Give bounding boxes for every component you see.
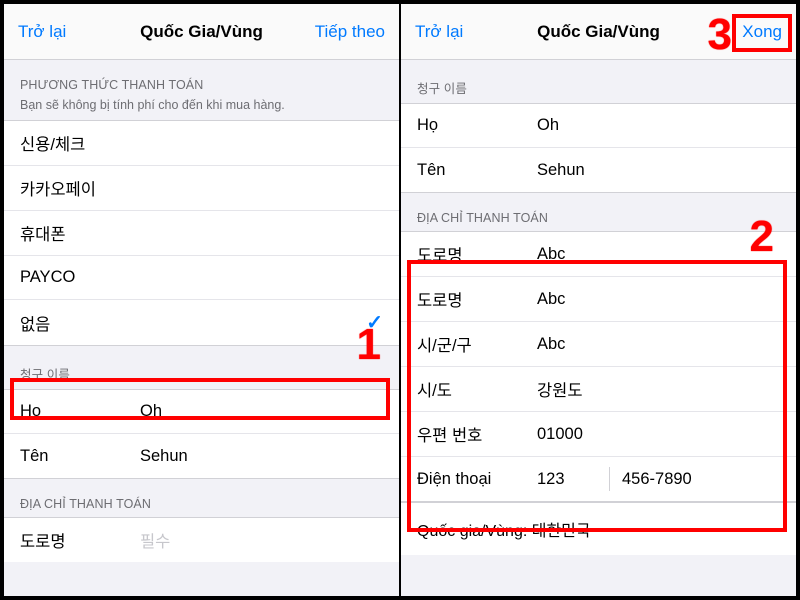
given-row-right[interactable]: Tên Sehun xyxy=(401,148,796,192)
payment-section-header: PHƯƠNG THỨC THANH TOÁN xyxy=(4,60,399,98)
surname-row-right[interactable]: Họ Oh xyxy=(401,104,796,148)
street2-row[interactable]: 도로명 Abc xyxy=(401,277,796,322)
back-button-right[interactable]: Trở lại xyxy=(415,22,485,42)
given-value: Sehun xyxy=(140,447,383,466)
surname-label: Họ xyxy=(417,116,537,135)
content-right: 청구 이름 Họ Oh Tên Sehun ĐỊA CHỈ THANH TOÁN… xyxy=(401,60,796,596)
billing-name-list: Họ Oh Tên Sehun xyxy=(4,389,399,479)
billing-name-header-right: 청구 이름 xyxy=(401,60,796,103)
payment-option-kakaopay[interactable]: 카카오페이 xyxy=(4,166,399,211)
phone-value-group: 123 456-7890 xyxy=(537,467,780,491)
district-row[interactable]: 시/군/구 Abc xyxy=(401,322,796,367)
billing-name-header: 청구 이름 xyxy=(4,346,399,389)
street-row-left[interactable]: 도로명 필수 xyxy=(4,518,399,562)
postal-value: 01000 xyxy=(537,425,780,444)
billing-addr-header-left: ĐỊA CHỈ THANH TOÁN xyxy=(4,479,399,517)
country-region-line: Quốc gia/Vùng: 대한민국 xyxy=(401,502,796,555)
street-placeholder: 필수 xyxy=(140,528,383,552)
phone-label: Điện thoại xyxy=(417,470,537,489)
street1-label: 도로명 xyxy=(417,242,537,266)
payment-option-payco[interactable]: PAYCO xyxy=(4,256,399,300)
navbar-right: Trở lại Quốc Gia/Vùng Xong xyxy=(401,4,796,60)
payment-section-sub: Bạn sẽ không bị tính phí cho đến khi mua… xyxy=(4,98,399,120)
phone-rest: 456-7890 xyxy=(622,470,692,489)
phone-area: 123 xyxy=(537,470,597,489)
payment-option-phone[interactable]: 휴대폰 xyxy=(4,211,399,256)
billing-addr-list-left: 도로명 필수 xyxy=(4,517,399,562)
phone-divider xyxy=(609,467,610,491)
given-label: Tên xyxy=(20,447,140,466)
street2-label: 도로명 xyxy=(417,287,537,311)
screen-left: Trở lại Quốc Gia/Vùng Tiếp theo PHƯƠNG T… xyxy=(4,4,399,596)
done-button[interactable]: Xong xyxy=(712,22,782,42)
billing-addr-header-right: ĐỊA CHỈ THANH TOÁN xyxy=(401,193,796,231)
phone-row[interactable]: Điện thoại 123 456-7890 xyxy=(401,457,796,501)
surname-row[interactable]: Họ Oh xyxy=(4,390,399,434)
payment-option-none[interactable]: 없음 ✓ xyxy=(4,300,399,345)
street1-value: Abc xyxy=(537,245,780,264)
postal-label: 우편 번호 xyxy=(417,422,537,446)
billing-name-list-right: Họ Oh Tên Sehun xyxy=(401,103,796,193)
navbar-left: Trở lại Quốc Gia/Vùng Tiếp theo xyxy=(4,4,399,60)
screen-right: Trở lại Quốc Gia/Vùng Xong 청구 이름 Họ Oh T… xyxy=(401,4,796,596)
label: 신용/체크 xyxy=(20,131,85,155)
next-button[interactable]: Tiếp theo xyxy=(315,22,385,42)
surname-value: Oh xyxy=(140,402,383,421)
label: PAYCO xyxy=(20,268,75,287)
given-label: Tên xyxy=(417,161,537,180)
postal-row[interactable]: 우편 번호 01000 xyxy=(401,412,796,457)
checkmark-icon: ✓ xyxy=(366,310,383,335)
label: 카카오페이 xyxy=(20,176,96,200)
label: 없음 xyxy=(20,311,366,335)
payment-options-list: 신용/체크 카카오페이 휴대폰 PAYCO 없음 ✓ xyxy=(4,120,399,346)
street1-row[interactable]: 도로명 Abc xyxy=(401,232,796,277)
district-label: 시/군/구 xyxy=(417,332,537,356)
province-value: 강원도 xyxy=(537,377,780,401)
street2-value: Abc xyxy=(537,290,780,309)
payment-option-credit[interactable]: 신용/체크 xyxy=(4,121,399,166)
given-row[interactable]: Tên Sehun xyxy=(4,434,399,478)
street-label: 도로명 xyxy=(20,528,140,552)
province-row[interactable]: 시/도 강원도 xyxy=(401,367,796,412)
billing-addr-list-right: 도로명 Abc 도로명 Abc 시/군/구 Abc 시/도 강원도 우편 번호 xyxy=(401,231,796,502)
surname-label: Họ xyxy=(20,402,140,421)
given-value: Sehun xyxy=(537,161,780,180)
province-label: 시/도 xyxy=(417,377,537,401)
content-left: PHƯƠNG THỨC THANH TOÁN Bạn sẽ không bị t… xyxy=(4,60,399,596)
surname-value: Oh xyxy=(537,116,780,135)
district-value: Abc xyxy=(537,335,780,354)
label: 휴대폰 xyxy=(20,221,66,245)
back-button[interactable]: Trở lại xyxy=(18,22,88,42)
